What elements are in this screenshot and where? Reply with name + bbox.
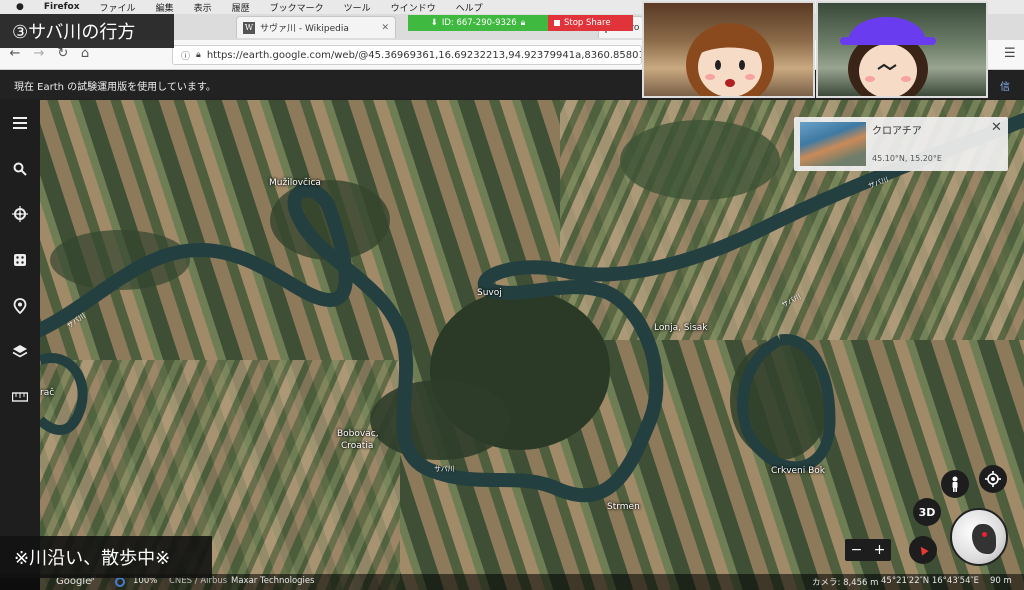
projects-pin-icon[interactable] bbox=[10, 296, 30, 316]
video-title: ③サバ川の行方 bbox=[12, 22, 136, 43]
place-label-croatia[interactable]: Croatia bbox=[341, 441, 373, 451]
share-arrow-icon: ⬇ bbox=[430, 18, 438, 28]
webcam-feed-girl-1 bbox=[642, 1, 815, 98]
mini-globe[interactable] bbox=[950, 508, 1008, 566]
voyager-icon[interactable] bbox=[10, 204, 30, 224]
url-text[interactable]: https://earth.google.com/web/@45.3696936… bbox=[207, 50, 641, 61]
avatar-purple-hat bbox=[840, 17, 936, 96]
search-icon[interactable] bbox=[10, 159, 30, 179]
menu-bookmarks[interactable]: ブックマーク bbox=[270, 1, 324, 14]
measure-ruler-icon[interactable] bbox=[10, 387, 30, 407]
hamburger-menu-icon[interactable] bbox=[10, 113, 30, 133]
toggle-3d-button[interactable]: 3D bbox=[913, 498, 941, 526]
padlock-icon[interactable]: 🔒︎ bbox=[196, 50, 201, 60]
camera-altitude: カメラ: 8,456 m bbox=[812, 578, 879, 588]
place-name: クロアチア bbox=[872, 126, 922, 137]
tab-wikipedia[interactable]: W サヴァ川 - Wikipedia ✕ bbox=[236, 16, 396, 38]
place-info-card[interactable]: クロアチア 45.10°N, 15.20°E ✕ bbox=[794, 117, 1008, 171]
earth-sidebar bbox=[0, 100, 40, 590]
globe-location-marker bbox=[982, 532, 987, 537]
reload-icon[interactable]: ↻ bbox=[54, 46, 72, 61]
place-label-rac[interactable]: rač bbox=[40, 388, 54, 398]
apple-icon[interactable]: ● bbox=[16, 2, 24, 12]
address-bar[interactable]: ⓘ 🔒︎ https://earth.google.com/web/@45.36… bbox=[172, 45, 642, 65]
menu-edit[interactable]: 編集 bbox=[156, 1, 174, 14]
ground-elevation: 90 m bbox=[990, 576, 1012, 586]
close-icon[interactable]: ✕ bbox=[991, 121, 1002, 134]
place-label-bobovac[interactable]: Bobovac, bbox=[337, 429, 379, 439]
globe-landmass bbox=[972, 524, 996, 554]
place-label-crkveni-bok[interactable]: Crkveni Bok bbox=[771, 466, 825, 476]
stop-share-label: Stop Share bbox=[564, 18, 611, 28]
video-caption-overlay: ※川沿い、散歩中※ bbox=[0, 536, 212, 578]
menu-history[interactable]: 履歴 bbox=[232, 1, 250, 14]
place-label-lonja[interactable]: Lonja, Sisak bbox=[654, 323, 707, 333]
avatar-brown-hair bbox=[686, 23, 774, 96]
screen-root: Mužilovčica Suvoj Lonja, Sisak Bobovac, … bbox=[0, 0, 1024, 590]
menubar-app-name[interactable]: Firefox bbox=[44, 2, 80, 12]
menu-help[interactable]: ヘルプ bbox=[456, 1, 483, 14]
menu-window[interactable]: ウインドウ bbox=[391, 1, 436, 14]
feeling-lucky-dice-icon[interactable] bbox=[10, 250, 30, 270]
preview-notice-text: 現在 Earth の試験運用版を使用しています。 bbox=[14, 81, 216, 93]
app-menu-icon[interactable]: ☰ bbox=[1004, 46, 1016, 61]
home-icon[interactable]: ⌂ bbox=[76, 46, 94, 61]
video-title-overlay: ③サバ川の行方 bbox=[0, 14, 174, 48]
place-coordinates: 45.10°N, 15.20°E bbox=[872, 154, 942, 163]
zoom-in-button[interactable]: + bbox=[874, 542, 886, 558]
info-icon[interactable]: ⓘ bbox=[181, 49, 190, 62]
map-style-layers-icon[interactable] bbox=[10, 341, 30, 361]
menu-view[interactable]: 表示 bbox=[194, 1, 212, 14]
toggle-3d-label: 3D bbox=[918, 505, 936, 519]
place-label-suvoj[interactable]: Suvoj bbox=[477, 288, 502, 298]
screen-share-bar: ⬇ ID: 667-290-9326 🔒︎ Stop Share bbox=[408, 15, 633, 31]
cursor-latlon: 45°21′22″N 16°43′54″E bbox=[881, 576, 980, 586]
forward-arrow-icon[interactable]: → bbox=[30, 46, 48, 61]
tab-label: サヴァ川 - Wikipedia bbox=[260, 24, 349, 34]
webcam-feed-girl-2 bbox=[816, 1, 988, 98]
tab-close-icon[interactable]: ✕ bbox=[381, 23, 389, 33]
place-thumbnail[interactable] bbox=[800, 122, 866, 166]
place-label-muzilovcica[interactable]: Mužilovčica bbox=[269, 178, 321, 188]
zoom-out-button[interactable]: − bbox=[851, 542, 863, 558]
place-label-strmen[interactable]: Strmen bbox=[607, 502, 640, 512]
my-location-button[interactable] bbox=[979, 465, 1007, 493]
pegman-streetview-button[interactable] bbox=[941, 470, 969, 498]
compass-button[interactable] bbox=[909, 536, 937, 564]
tile-load-circle-icon bbox=[115, 577, 125, 587]
video-caption: ※川沿い、散歩中※ bbox=[14, 548, 171, 569]
notice-link[interactable]: 信 bbox=[1000, 78, 1010, 93]
zoom-control: − + bbox=[845, 539, 891, 561]
back-arrow-icon[interactable]: ← bbox=[6, 46, 24, 61]
meeting-id-badge[interactable]: ⬇ ID: 667-290-9326 🔒︎ bbox=[408, 15, 548, 31]
meeting-id: ID: 667-290-9326 bbox=[441, 18, 517, 28]
menu-file[interactable]: ファイル bbox=[100, 1, 136, 14]
stop-share-button[interactable]: Stop Share bbox=[548, 15, 633, 31]
lock-icon: 🔒︎ bbox=[520, 18, 526, 28]
menu-tools[interactable]: ツール bbox=[344, 1, 371, 14]
satellite-map[interactable] bbox=[0, 100, 1024, 590]
stop-square-icon bbox=[554, 20, 560, 26]
wikipedia-icon: W bbox=[243, 21, 255, 34]
maxar-credit[interactable]: Maxar Technologies bbox=[231, 576, 315, 586]
river-label: サバ川 bbox=[434, 465, 455, 473]
